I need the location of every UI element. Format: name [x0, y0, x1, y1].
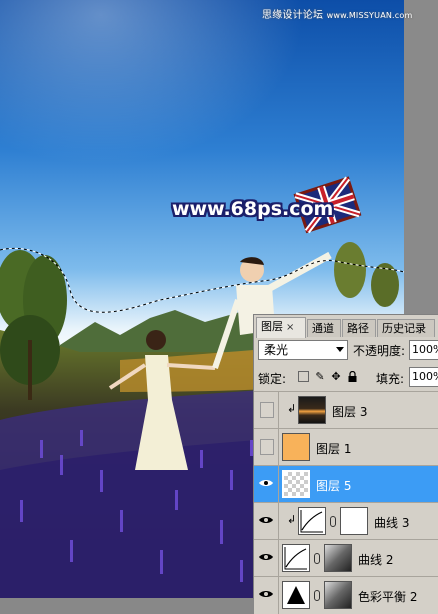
curves-adjustment-icon [282, 544, 310, 572]
layer-name[interactable]: 图层 3 [332, 403, 367, 420]
eye-icon [259, 480, 273, 486]
panel-tabs: 图层 × 通道 路径 历史记录 [254, 317, 438, 338]
layer-thumbnail [282, 470, 310, 498]
chevron-down-icon [336, 347, 344, 352]
layer-name[interactable]: 曲线 3 [374, 514, 409, 531]
fill-input[interactable]: 100% [409, 367, 438, 387]
brush-lock-icon[interactable]: ✎ [314, 371, 326, 383]
opacity-input[interactable]: 100% [409, 340, 438, 360]
blend-mode-value: 柔光 [264, 343, 289, 357]
layer-row[interactable]: 图层 1 [254, 428, 438, 466]
site-watermark: www.68ps.com [172, 198, 334, 220]
tab-paths[interactable]: 路径 [342, 319, 376, 337]
visibility-toggle[interactable] [254, 466, 279, 503]
transparency-lock-icon[interactable] [298, 371, 309, 382]
layer-row[interactable]: ↲ 曲线 3 [254, 502, 438, 540]
tab-label: 路径 [347, 322, 369, 335]
layer-row[interactable]: ↲ 图层 3 [254, 391, 438, 429]
eye-icon [259, 517, 273, 523]
layer-thumbnail [298, 396, 326, 424]
layer-name[interactable]: 图层 1 [316, 440, 351, 457]
link-icon[interactable] [330, 516, 336, 527]
watermark-cn: 思缘设计论坛 [262, 10, 324, 21]
watermark-text: 思缘设计论坛 www.MISSYUAN.com [262, 6, 412, 21]
layer-mask-thumbnail[interactable] [340, 507, 368, 535]
link-icon[interactable] [314, 553, 320, 564]
fill-label: 填充: [376, 372, 405, 386]
hidden-box-icon [260, 439, 274, 455]
clip-arrow-icon: ↲ [287, 402, 297, 415]
tab-history[interactable]: 历史记录 [377, 319, 435, 337]
visibility-toggle[interactable] [254, 392, 279, 429]
layer-name[interactable]: 色彩平衡 2 [358, 588, 417, 605]
hidden-box-icon [260, 402, 274, 418]
layer-name[interactable]: 图层 5 [316, 477, 351, 494]
link-icon[interactable] [314, 590, 320, 601]
close-icon[interactable]: × [286, 322, 294, 333]
tab-label: 图层 [261, 320, 283, 333]
visibility-toggle[interactable] [254, 429, 279, 466]
tab-label: 历史记录 [382, 322, 426, 335]
layer-name[interactable]: 曲线 2 [358, 551, 393, 568]
tab-channels[interactable]: 通道 [307, 319, 341, 337]
visibility-toggle[interactable] [254, 577, 279, 614]
curves-adjustment-icon [298, 507, 326, 535]
move-lock-icon[interactable]: ✥ [330, 371, 342, 383]
lock-label: 锁定: [258, 372, 287, 386]
tab-layers[interactable]: 图层 × [256, 317, 306, 338]
layers-panel: 图层× 通道 路径 历史记录 柔光 不透明度: 100% 锁定: ✎ ✥ 填充:… [253, 314, 438, 614]
visibility-toggle[interactable] [254, 540, 279, 577]
tab-label: 通道 [312, 322, 334, 335]
color-balance-adjustment-icon [282, 581, 310, 609]
visibility-toggle[interactable] [254, 503, 279, 540]
layer-mask-thumbnail[interactable] [324, 544, 352, 572]
blend-mode-select[interactable]: 柔光 [258, 340, 348, 360]
layer-thumbnail [282, 433, 310, 461]
clip-arrow-icon: ↲ [287, 513, 297, 526]
layer-mask-thumbnail[interactable] [324, 581, 352, 609]
watermark-url: www.MISSYUAN.com [326, 11, 413, 20]
layer-row-selected[interactable]: 图层 5 [254, 465, 438, 503]
eye-icon [259, 591, 273, 597]
opacity-label: 不透明度: [353, 344, 406, 358]
lock-row: 锁定: ✎ ✥ 填充: 100% [258, 367, 438, 389]
layer-row[interactable]: 曲线 2 [254, 539, 438, 577]
padlock-icon[interactable] [346, 370, 358, 383]
blend-row: 柔光 不透明度: 100% [258, 340, 438, 362]
layer-row[interactable]: 色彩平衡 2 [254, 576, 438, 614]
eye-icon [259, 554, 273, 560]
